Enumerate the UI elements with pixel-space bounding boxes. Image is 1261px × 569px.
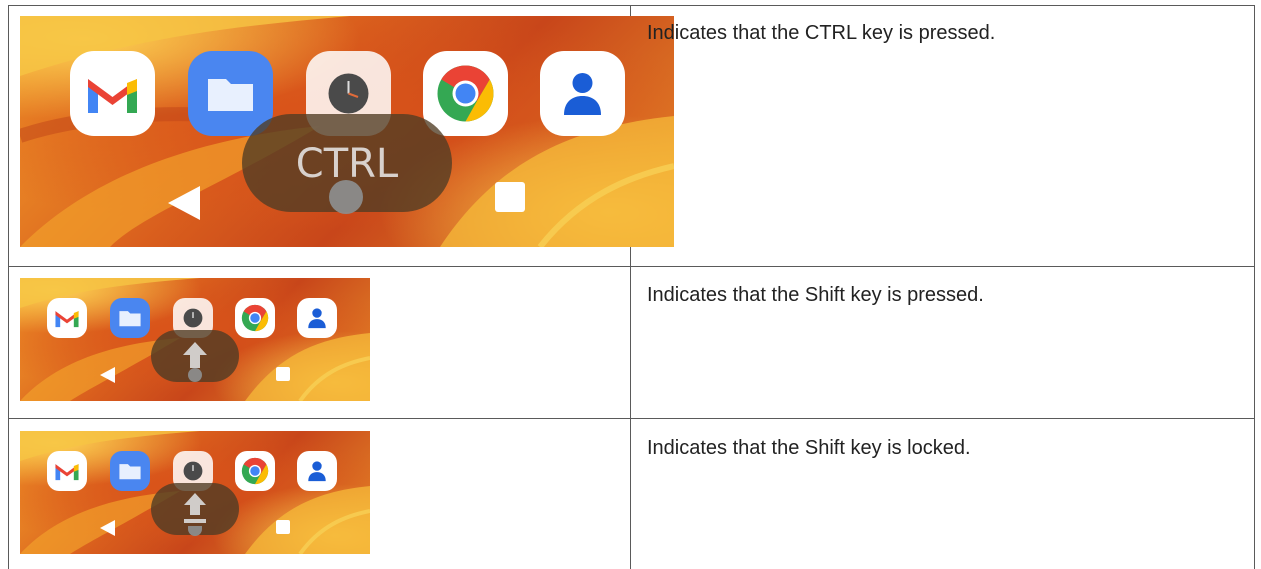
shift-lock-bar-icon <box>184 519 206 523</box>
contacts-icon <box>297 451 337 491</box>
back-nav-icon <box>168 186 200 220</box>
description-shift-pressed: Indicates that the Shift key is pressed. <box>647 284 984 306</box>
chrome-icon <box>235 451 275 491</box>
gmail-icon <box>47 298 87 338</box>
table-row-divider-2 <box>8 418 1255 419</box>
back-nav-icon <box>100 367 115 383</box>
table-border-left <box>8 5 9 569</box>
back-nav-icon <box>100 520 115 536</box>
description-ctrl-pressed: Indicates that the CTRL key is pressed. <box>647 22 996 44</box>
recents-nav-icon <box>276 520 290 534</box>
gmail-icon <box>47 451 87 491</box>
files-icon <box>110 298 150 338</box>
files-icon <box>110 451 150 491</box>
contacts-icon <box>297 298 337 338</box>
chrome-icon <box>423 51 508 136</box>
table-row-divider-1 <box>8 266 1255 267</box>
recents-nav-icon <box>276 367 290 381</box>
description-shift-locked: Indicates that the Shift key is locked. <box>647 437 971 459</box>
recents-nav-icon <box>495 182 525 212</box>
table-border-right <box>1254 5 1255 569</box>
shift-lock-arrow-icon <box>184 493 206 515</box>
shift-locked-screenshot <box>20 431 370 554</box>
chrome-icon <box>235 298 275 338</box>
contacts-icon <box>540 51 625 136</box>
home-nav-icon <box>188 368 202 382</box>
shift-pressed-screenshot <box>20 278 370 401</box>
shift-arrow-icon <box>183 342 207 368</box>
table-border-top <box>8 5 1255 6</box>
home-nav-icon <box>329 180 363 214</box>
gmail-icon <box>70 51 155 136</box>
ctrl-indicator-screenshot: CTRL <box>20 16 674 247</box>
